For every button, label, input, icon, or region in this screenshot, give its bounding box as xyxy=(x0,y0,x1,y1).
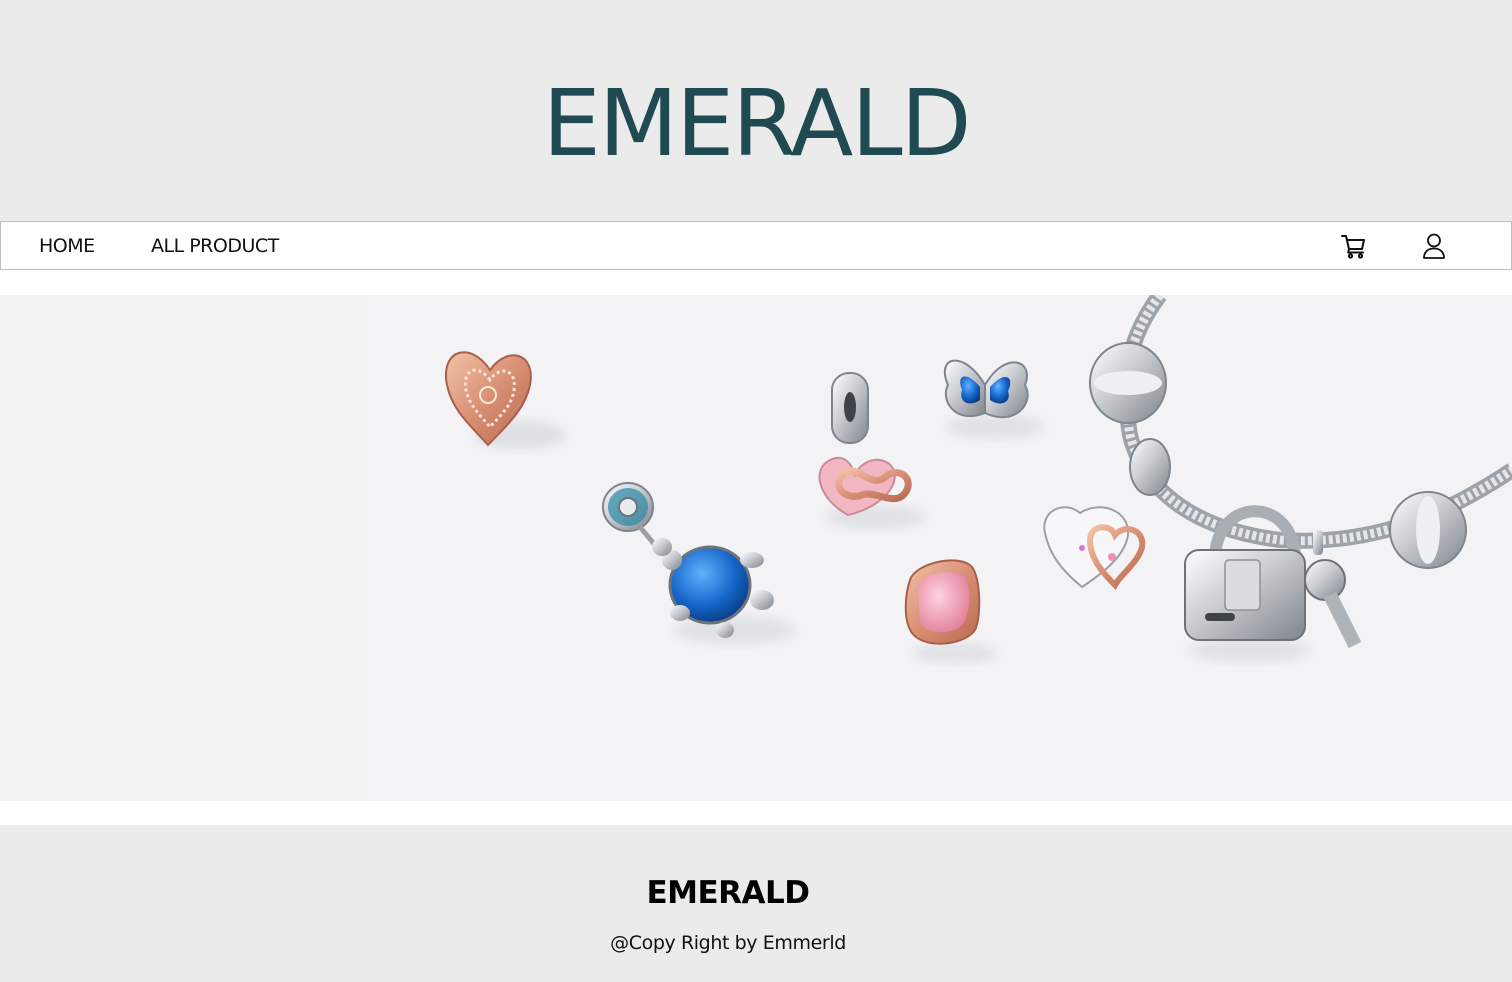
pink-clip-charm[interactable] xyxy=(904,559,997,663)
heart-charm[interactable] xyxy=(444,351,565,449)
turtle-charm[interactable] xyxy=(602,482,795,644)
butterfly-charm[interactable] xyxy=(943,359,1043,439)
brand-title[interactable]: EMERALD xyxy=(0,72,1512,176)
site-footer: EMERALD @Copy Right by Emmerld xyxy=(0,825,1512,982)
nav-home-link[interactable]: HOME xyxy=(39,234,95,258)
site-header: EMERALD xyxy=(0,0,1512,221)
nav-all-product-link[interactable]: ALL PRODUCT xyxy=(151,234,279,258)
heart-tag-charm[interactable] xyxy=(1043,506,1146,591)
hero-banner xyxy=(0,295,1512,801)
infinity-heart-charm[interactable] xyxy=(818,372,925,529)
main-navbar: HOME ALL PRODUCT xyxy=(0,221,1512,270)
hero-charms-image xyxy=(444,295,1512,663)
user-icon[interactable] xyxy=(1419,231,1449,261)
footer-copyright: @Copy Right by Emmerld xyxy=(610,932,846,954)
snake-chain-bracelet[interactable] xyxy=(1089,295,1512,569)
footer-brand-title: EMERALD xyxy=(646,875,810,911)
cart-icon[interactable] xyxy=(1339,231,1369,261)
